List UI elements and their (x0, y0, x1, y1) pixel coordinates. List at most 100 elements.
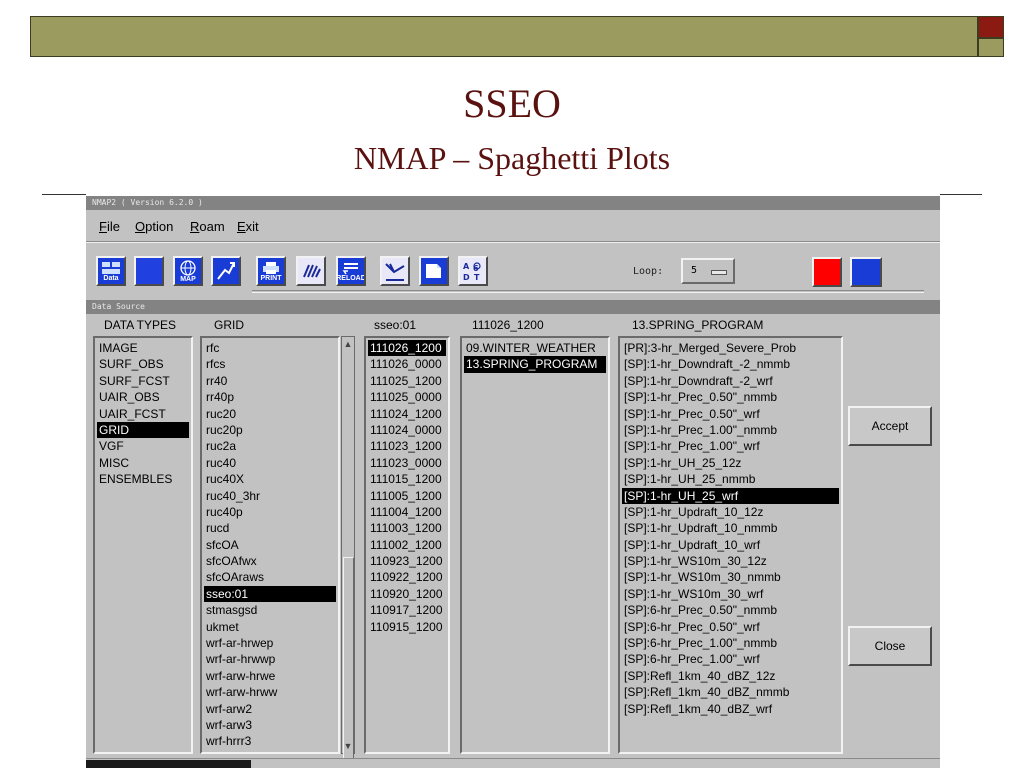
list-item[interactable]: ukmet (204, 619, 336, 635)
list-item[interactable]: sfcOAfwx (204, 553, 336, 569)
scroll-up-icon[interactable]: ▲ (342, 337, 354, 351)
list-item[interactable]: [SP]:1-hr_UH_25_12z (622, 455, 839, 471)
list-item[interactable]: 111003_1200 (368, 520, 446, 536)
list-item[interactable]: wrf-arw-hrww (204, 684, 336, 700)
list-item[interactable]: [SP]:1-hr_Prec_0.50"_wrf (622, 406, 839, 422)
list-item[interactable]: [SP]:1-hr_Downdraft_-2_nmmb (622, 356, 839, 372)
list-item[interactable]: 110915_1200 (368, 619, 446, 635)
list-item[interactable]: ruc40 (204, 455, 336, 471)
list-item[interactable]: [SP]:1-hr_Downdraft_-2_wrf (622, 373, 839, 389)
list-item[interactable]: rucd (204, 520, 336, 536)
list-item[interactable]: UAIR_FCST (97, 406, 189, 422)
list-item[interactable]: 111026_0000 (368, 356, 446, 372)
list-item[interactable]: stmasgsd (204, 602, 336, 618)
list-item[interactable]: ENSEMBLES (97, 471, 189, 487)
list-item[interactable]: IMAGE (97, 340, 189, 356)
list-item[interactable]: [SP]:Refl_1km_40_dBZ_wrf (622, 701, 839, 717)
list-item[interactable]: [SP]:1-hr_WS10m_30_12z (622, 553, 839, 569)
list-item[interactable]: 111015_1200 (368, 471, 446, 487)
list-item[interactable]: 110923_1200 (368, 553, 446, 569)
scroll-thumb[interactable] (343, 557, 354, 768)
list-item[interactable]: rr40p (204, 389, 336, 405)
list-item[interactable]: [SP]:1-hr_Prec_1.00"_wrf (622, 438, 839, 454)
list-item[interactable]: wrf-ar-hrwwp (204, 651, 336, 667)
list-item[interactable]: SURF_FCST (97, 373, 189, 389)
menu-file[interactable]: File (99, 219, 120, 234)
list-item[interactable]: 110922_1200 (368, 569, 446, 585)
list-item[interactable]: VGF (97, 438, 189, 454)
list-item[interactable]: 110917_1200 (368, 602, 446, 618)
list-item[interactable]: wrf-arw-hrwe (204, 668, 336, 684)
list-item[interactable]: ruc40_3hr (204, 488, 336, 504)
list-item[interactable]: ruc40p (204, 504, 336, 520)
list-item[interactable]: sseo:01 (204, 585, 336, 603)
list-item[interactable]: rfc (204, 340, 336, 356)
list-item[interactable]: [SP]:1-hr_UH_25_nmmb (622, 471, 839, 487)
zoom-button[interactable] (211, 256, 241, 286)
list-item[interactable]: MISC (97, 455, 189, 471)
list-item[interactable]: [SP]:Refl_1km_40_dBZ_12z (622, 668, 839, 684)
list-item[interactable]: 111002_1200 (368, 537, 446, 553)
list-item[interactable]: [SP]:6-hr_Prec_0.50"_nmmb (622, 602, 839, 618)
list-item[interactable]: wrf-ar-hrwep (204, 635, 336, 651)
list-item[interactable]: [SP]:6-hr_Prec_0.50"_wrf (622, 619, 839, 635)
close-button[interactable]: Close (848, 626, 932, 666)
list-item[interactable]: [PR]:3-hr_Merged_Severe_Prob (622, 340, 839, 356)
list-item[interactable]: wrf-arw2 (204, 701, 336, 717)
list-item[interactable]: 110920_1200 (368, 586, 446, 602)
list-item[interactable]: [SP]:1-hr_Updraft_10_12z (622, 504, 839, 520)
list-item[interactable]: 111025_1200 (368, 373, 446, 389)
menu-exit[interactable]: Exit (237, 219, 259, 234)
menu-roam[interactable]: Roam (190, 219, 225, 234)
list-item[interactable]: ruc40X (204, 471, 336, 487)
list-item[interactable]: 111024_0000 (368, 422, 446, 438)
list-item[interactable]: ruc20 (204, 406, 336, 422)
list-item[interactable]: rfcs (204, 356, 336, 372)
list-item[interactable]: 13.SPRING_PROGRAM (464, 356, 606, 373)
print-button[interactable]: PRINT (256, 256, 286, 286)
list-item[interactable]: sfcOA (204, 537, 336, 553)
list-item[interactable]: 111005_1200 (368, 488, 446, 504)
list-item[interactable]: [SP]:6-hr_Prec_1.00"_wrf (622, 651, 839, 667)
reload-button[interactable]: RELOAD (336, 256, 366, 286)
list-item[interactable]: 09.WINTER_WEATHER (464, 340, 606, 356)
blank-button[interactable] (134, 256, 164, 286)
list-item[interactable]: wrf-arw3 (204, 717, 336, 733)
scroll-down-icon[interactable]: ▼ (342, 739, 354, 753)
list-item[interactable]: [SP]:1-hr_Updraft_10_nmmb (622, 520, 839, 536)
wipe-button[interactable] (296, 256, 326, 286)
list-item[interactable]: wrf-hrrr3 (204, 733, 336, 749)
list-item[interactable]: 111024_1200 (368, 406, 446, 422)
pan-button[interactable] (380, 256, 410, 286)
menu-option[interactable]: Option (135, 219, 173, 234)
blue-color-button[interactable] (850, 257, 882, 287)
text-tool-button[interactable]: A6DT (458, 256, 488, 286)
list-item[interactable]: UAIR_OBS (97, 389, 189, 405)
list-item[interactable]: [SP]:1-hr_Updraft_10_wrf (622, 537, 839, 553)
grid-scrollbar[interactable]: ▲ ▼ (341, 336, 355, 768)
accept-button[interactable]: Accept (848, 406, 932, 446)
list-item[interactable]: 111023_1200 (368, 438, 446, 454)
list-item[interactable]: 111026_1200 (368, 340, 446, 357)
list-item[interactable]: 111004_1200 (368, 504, 446, 520)
list-item[interactable]: 111023_0000 (368, 455, 446, 471)
list-item[interactable]: SURF_OBS (97, 356, 189, 372)
layer-button[interactable] (419, 256, 449, 286)
list-item[interactable]: [SP]:Refl_1km_40_dBZ_nmmb (622, 684, 839, 700)
data-button[interactable]: Data (96, 256, 126, 286)
list-item[interactable]: sfcOAraws (204, 569, 336, 585)
list-item[interactable]: [SP]:1-hr_Prec_1.00"_nmmb (622, 422, 839, 438)
list-item[interactable]: ruc20p (204, 422, 336, 438)
list-item[interactable]: rr40 (204, 373, 336, 389)
list-item[interactable]: GRID (97, 421, 189, 439)
red-color-button[interactable] (812, 257, 842, 287)
list-item[interactable]: [SP]:1-hr_Prec_0.50"_nmmb (622, 389, 839, 405)
map-button[interactable]: MAP (173, 256, 203, 286)
loop-select[interactable]: 5 (681, 258, 735, 284)
list-item[interactable]: ruc2a (204, 438, 336, 454)
list-item[interactable]: [SP]:1-hr_WS10m_30_nmmb (622, 569, 839, 585)
list-item[interactable]: 111025_0000 (368, 389, 446, 405)
list-item[interactable]: [SP]:6-hr_Prec_1.00"_nmmb (622, 635, 839, 651)
list-item[interactable]: [SP]:1-hr_WS10m_30_wrf (622, 586, 839, 602)
list-item[interactable]: [SP]:1-hr_UH_25_wrf (622, 487, 839, 504)
